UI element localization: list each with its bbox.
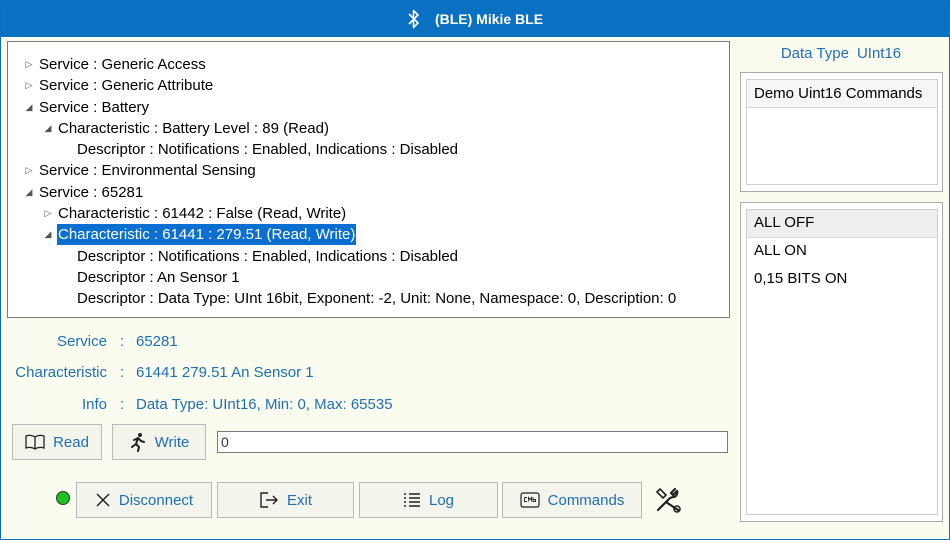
info-label: Info	[81, 396, 107, 413]
tree-node[interactable]: ◢ Characteristic : Battery Level : 89 (Re…	[8, 118, 729, 139]
connection-status-indicator	[56, 491, 70, 505]
colon: :	[120, 333, 125, 350]
tree-node[interactable]: ▷ Service : Generic Attribute	[8, 75, 729, 96]
tree-node[interactable]: Descriptor : An Sensor 1	[8, 267, 729, 288]
tree-node[interactable]: ▷ Service : Generic Access	[8, 54, 729, 75]
read-button[interactable]: Read	[12, 424, 102, 460]
window-title: (BLE) Mikie BLE	[434, 11, 544, 27]
write-button-label: Write	[154, 433, 190, 451]
colon: :	[120, 364, 125, 381]
tree-node[interactable]: ▷ Service : Environmental Sensing	[8, 160, 729, 181]
tree-node-label[interactable]: Characteristic : 61442 : False (Read, Wr…	[57, 203, 347, 224]
tree-node[interactable]: Descriptor : Notifications : Enabled, In…	[8, 246, 729, 267]
tree-node[interactable]: ◢ Service : Battery	[8, 97, 729, 118]
list-icon	[403, 492, 421, 508]
info-value: Data Type: UInt16, Min: 0, Max: 65535	[136, 396, 393, 413]
command-item[interactable]: ALL ON	[747, 238, 937, 266]
book-icon	[25, 434, 45, 450]
tree-node[interactable]: Descriptor : Data Type: UInt 16bit, Expo…	[8, 288, 729, 309]
tree-node[interactable]: ◢ Service : 65281	[8, 182, 729, 203]
tree-node-label[interactable]: Service : 65281	[38, 182, 144, 203]
expanded-arrow-icon[interactable]: ◢	[24, 182, 34, 203]
data-type-label: Data Type	[780, 45, 849, 62]
service-value: 65281	[136, 333, 178, 350]
characteristic-value: 61441 279.51 An Sensor 1	[136, 364, 314, 381]
exit-button[interactable]: Exit	[217, 482, 354, 518]
command-set-item[interactable]: Demo Uint16 Commands	[747, 80, 937, 108]
command-set-panel: Demo Uint16 Commands	[740, 72, 943, 192]
command-set-list[interactable]: Demo Uint16 Commands	[746, 79, 938, 185]
collapsed-arrow-icon[interactable]: ▷	[43, 203, 53, 224]
exit-icon	[259, 491, 279, 509]
close-icon	[95, 492, 111, 508]
tree-node-label[interactable]: Characteristic : Battery Level : 89 (Rea…	[57, 118, 330, 139]
app-window: (BLE) Mikie BLE ▷ Service : Generic Acces…	[0, 0, 950, 540]
tools-icon[interactable]	[653, 485, 683, 515]
exit-button-label: Exit	[286, 491, 312, 509]
data-type-value: UInt16	[856, 45, 902, 62]
tree-node-label[interactable]: Descriptor : An Sensor 1	[76, 267, 241, 288]
cmd-icon	[520, 492, 540, 508]
disconnect-button-label: Disconnect	[118, 491, 194, 509]
command-item[interactable]: ALL OFF	[747, 210, 937, 238]
collapsed-arrow-icon[interactable]: ▷	[24, 75, 34, 96]
tree-node-label[interactable]: Characteristic : 61441 : 279.51 (Read, W…	[57, 224, 357, 246]
tree-node-label[interactable]: Descriptor : Data Type: UInt 16bit, Expo…	[76, 288, 677, 309]
service-label: Service	[56, 333, 107, 350]
command-item[interactable]: 0,15 BITS ON	[747, 266, 937, 294]
bluetooth-icon	[408, 9, 419, 29]
tree-node-label[interactable]: Service : Generic Attribute	[38, 75, 214, 96]
log-button[interactable]: Log	[359, 482, 498, 518]
title-bar: (BLE) Mikie BLE	[1, 1, 949, 37]
tree-node[interactable]: Descriptor : Notifications : Enabled, In…	[8, 139, 729, 160]
tree-node-label[interactable]: Service : Generic Access	[38, 54, 207, 75]
characteristic-label: Characteristic	[15, 364, 107, 381]
tree-node-label[interactable]: Service : Environmental Sensing	[38, 160, 257, 181]
log-button-label: Log	[428, 491, 455, 509]
tree-node[interactable]: ▷ Characteristic : 61442 : False (Read, W…	[8, 203, 729, 224]
commands-list[interactable]: ALL OFF ALL ON 0,15 BITS ON	[746, 209, 938, 515]
collapsed-arrow-icon[interactable]: ▷	[24, 160, 34, 181]
expanded-arrow-icon[interactable]: ◢	[43, 224, 53, 245]
colon: :	[120, 396, 125, 413]
commands-panel: ALL OFF ALL ON 0,15 BITS ON	[740, 202, 943, 522]
data-type-display: Data Type UInt16	[741, 45, 941, 62]
running-man-icon	[129, 432, 147, 452]
expanded-arrow-icon[interactable]: ◢	[24, 97, 34, 118]
write-value-input[interactable]: 0	[217, 431, 728, 453]
expanded-arrow-icon[interactable]: ◢	[43, 118, 53, 139]
commands-button[interactable]: Commands	[502, 482, 642, 518]
tree-node-label[interactable]: Service : Battery	[38, 97, 150, 118]
write-button[interactable]: Write	[112, 424, 206, 460]
tree-node-label[interactable]: Descriptor : Notifications : Enabled, In…	[76, 246, 459, 267]
commands-button-label: Commands	[547, 491, 625, 509]
disconnect-button[interactable]: Disconnect	[76, 482, 212, 518]
tree-node-label[interactable]: Descriptor : Notifications : Enabled, In…	[76, 139, 459, 160]
read-button-label: Read	[53, 433, 89, 451]
tree-node[interactable]: ◢ Characteristic : 61441 : 279.51 (Read, …	[8, 224, 729, 246]
collapsed-arrow-icon[interactable]: ▷	[24, 54, 34, 75]
service-tree[interactable]: ▷ Service : Generic Access ▷ Service : Gene…	[7, 41, 730, 318]
